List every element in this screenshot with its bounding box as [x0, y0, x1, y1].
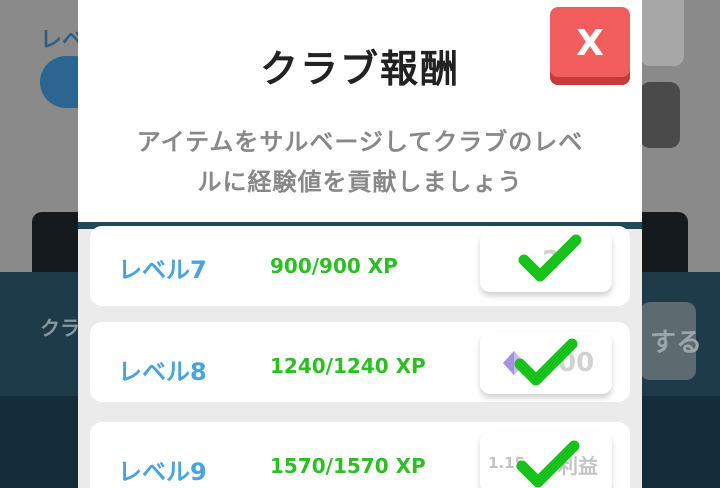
reward-row-level-7: レベル7 900/900 XP 2	[90, 226, 630, 306]
reward-row-level-9: レベル9 1570/1570 XP 1.15 利益	[90, 422, 630, 488]
modal-description-line-1: アイテムをサルベージしてクラブのレベ	[136, 128, 584, 156]
claimed-check-icon	[514, 338, 578, 386]
reward-xp-progress: 1570/1570 XP	[270, 454, 426, 478]
reward-level-label: レベル9	[118, 458, 207, 486]
reward-level-label: レベル7	[118, 256, 207, 284]
modal-header: クラブ報酬 アイテムをサルベージしてクラブのレベ ルに経験値を貢献しましょう X	[78, 0, 642, 222]
reward-xp-progress: 900/900 XP	[270, 254, 398, 278]
close-button[interactable]: X	[550, 7, 630, 85]
background-action-button-label: する	[650, 328, 703, 358]
reward-item-box[interactable]: 00	[480, 332, 612, 394]
reward-item-box[interactable]: 1.15 利益	[480, 432, 612, 488]
claimed-check-icon	[518, 234, 582, 282]
close-icon: X	[576, 22, 604, 64]
modal-description: アイテムをサルベージしてクラブのレベ ルに経験値を貢献しましょう	[108, 122, 612, 202]
reward-xp-progress: 1240/1240 XP	[270, 354, 426, 378]
background-button-top	[640, 0, 684, 66]
club-rewards-modal: クラブ報酬 アイテムをサルベージしてクラブのレベ ルに経験値を貢献しましょう X…	[78, 0, 642, 488]
background-button-middle	[640, 82, 680, 148]
reward-item-box[interactable]: 2	[480, 230, 612, 292]
claimed-check-icon	[516, 440, 580, 488]
background-club-label: クラ	[40, 316, 80, 340]
modal-description-line-2: ルに経験値を貢献しましょう	[197, 168, 523, 196]
reward-row-level-8: レベル8 1240/1240 XP 00	[90, 322, 630, 402]
reward-level-label: レベル8	[118, 358, 207, 386]
